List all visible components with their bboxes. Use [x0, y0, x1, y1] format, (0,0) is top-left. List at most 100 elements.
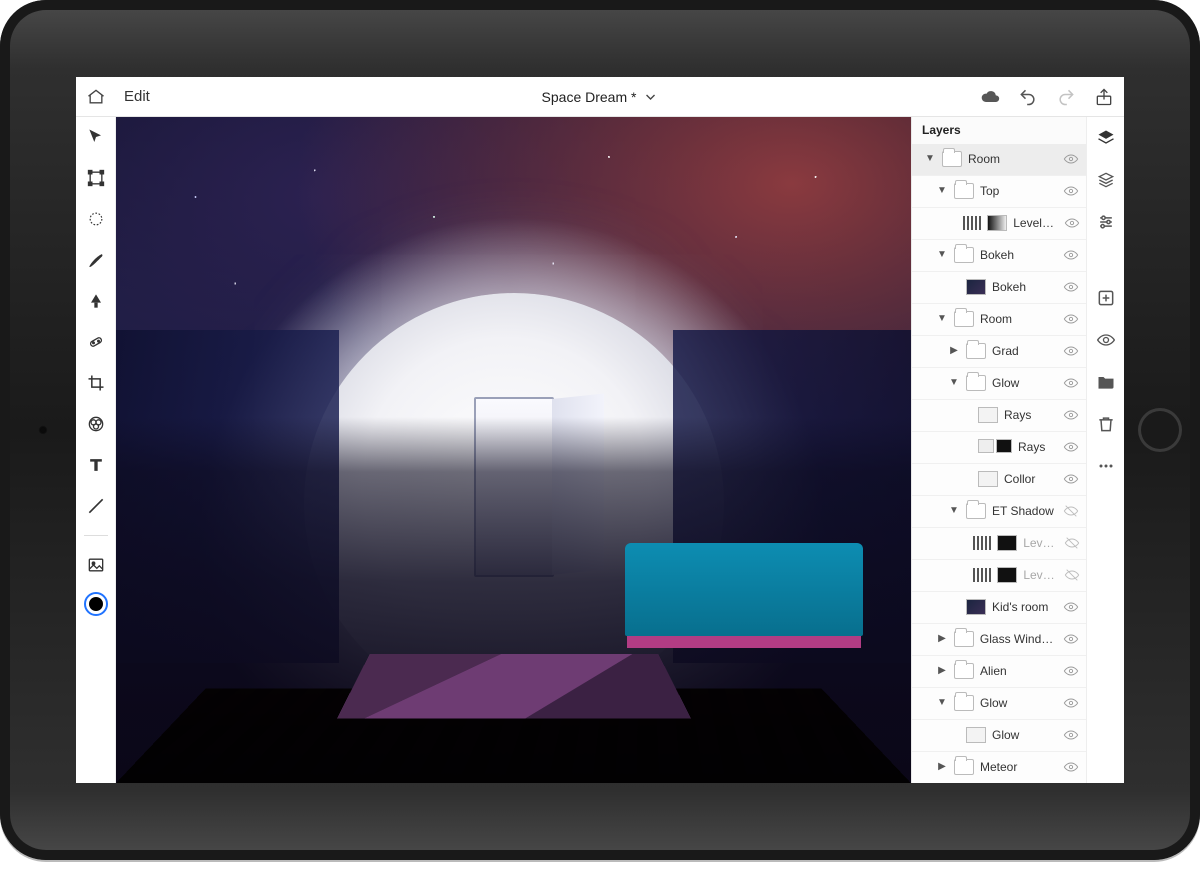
layer-row[interactable]: Collor — [912, 464, 1086, 496]
disclosure-icon[interactable]: ▼ — [936, 698, 948, 708]
disclosure-icon[interactable]: ▶ — [936, 762, 948, 772]
layer-label: Glass Window — [980, 632, 1056, 646]
layer-row[interactable]: ▶ Alien — [912, 656, 1086, 688]
place-image-tool[interactable] — [82, 551, 110, 579]
layer-row[interactable]: ▶Grad — [912, 336, 1086, 368]
disclosure-icon[interactable]: ▼ — [936, 186, 948, 196]
edit-menu[interactable]: Edit — [124, 88, 150, 105]
layer-label: Alien — [980, 664, 1056, 678]
transform-tool[interactable] — [82, 164, 110, 192]
app-screen: Edit Space Dream * — [76, 77, 1124, 783]
layer-row[interactable]: Levels 640 — [912, 208, 1086, 240]
layer-thumb — [978, 471, 998, 487]
move-tool[interactable] — [82, 123, 110, 151]
disclosure-icon[interactable]: ▶ — [948, 346, 960, 356]
canvas-area[interactable] — [116, 117, 911, 783]
add-button[interactable] — [1093, 285, 1119, 311]
brush-tool[interactable] — [82, 246, 110, 274]
visibility-button[interactable] — [1093, 327, 1119, 353]
layers-list[interactable]: ▼Room▼TopLevels 640▼BokehBokeh▼Room▶Grad… — [912, 144, 1086, 783]
layer-row[interactable]: ▼Bokeh — [912, 240, 1086, 272]
disclosure-icon[interactable]: ▼ — [948, 378, 960, 388]
ipad-home-button[interactable] — [1138, 408, 1182, 452]
visibility-on-icon[interactable] — [1062, 599, 1080, 615]
cloud-icon[interactable] — [980, 87, 1000, 107]
visibility-on-icon[interactable] — [1062, 343, 1080, 359]
visibility-on-icon[interactable] — [1062, 183, 1080, 199]
layer-row[interactable]: ▼Glow — [912, 688, 1086, 720]
disclosure-icon[interactable]: ▼ — [936, 250, 948, 260]
layer-row[interactable]: Rays — [912, 400, 1086, 432]
visibility-on-icon[interactable] — [1062, 631, 1080, 647]
layer-row[interactable]: Levels 5… — [912, 560, 1086, 592]
layer-label: Levels 5… — [1023, 568, 1058, 582]
visibility-on-icon[interactable] — [1062, 759, 1080, 775]
visibility-on-icon[interactable] — [1062, 695, 1080, 711]
lasso-tool[interactable] — [82, 205, 110, 233]
visibility-on-icon[interactable] — [1062, 471, 1080, 487]
layer-row[interactable]: Glow — [912, 720, 1086, 752]
visibility-on-icon[interactable] — [1062, 311, 1080, 327]
visibility-on-icon[interactable] — [1064, 215, 1080, 231]
levels-icon — [963, 216, 981, 230]
layer-row[interactable]: ▼Top — [912, 176, 1086, 208]
share-icon[interactable] — [1094, 87, 1114, 107]
folder-icon — [966, 343, 986, 359]
layer-row[interactable]: Bokeh — [912, 272, 1086, 304]
document-title[interactable]: Space Dream * — [542, 89, 659, 105]
undo-icon[interactable] — [1018, 87, 1038, 107]
folder-icon — [954, 311, 974, 327]
visibility-on-icon[interactable] — [1062, 439, 1080, 455]
layer-row[interactable]: ▶ Glass Window — [912, 624, 1086, 656]
heal-tool[interactable] — [82, 328, 110, 356]
layer-row[interactable]: Kid's room — [912, 592, 1086, 624]
disclosure-icon[interactable]: ▼ — [924, 154, 936, 164]
home-icon[interactable] — [86, 87, 106, 107]
folder-icon — [954, 183, 974, 199]
visibility-off-icon[interactable] — [1064, 567, 1080, 583]
visibility-on-icon[interactable] — [1062, 247, 1080, 263]
folder-button[interactable] — [1093, 369, 1119, 395]
chevron-down-icon — [642, 89, 658, 105]
trash-button[interactable] — [1093, 411, 1119, 437]
folder-icon — [966, 503, 986, 519]
adjust-tool[interactable] — [82, 410, 110, 438]
layers-button[interactable] — [1093, 125, 1119, 151]
visibility-on-icon[interactable] — [1062, 407, 1080, 423]
clone-tool[interactable] — [82, 287, 110, 315]
disclosure-icon[interactable]: ▼ — [936, 314, 948, 324]
visibility-on-icon[interactable] — [1062, 727, 1080, 743]
artwork-canvas — [116, 117, 911, 783]
folder-icon — [954, 247, 974, 263]
disclosure-icon[interactable]: ▶ — [936, 634, 948, 644]
layer-row[interactable]: ▼ET Shadow — [912, 496, 1086, 528]
line-tool[interactable] — [82, 492, 110, 520]
redo-icon[interactable] — [1056, 87, 1076, 107]
layer-label: Rays — [1018, 440, 1056, 454]
visibility-off-icon[interactable] — [1064, 535, 1080, 551]
topbar: Edit Space Dream * — [76, 77, 1124, 117]
crop-tool[interactable] — [82, 369, 110, 397]
type-tool[interactable] — [82, 451, 110, 479]
layer-row[interactable]: ▼ Glow — [912, 368, 1086, 400]
disclosure-icon[interactable]: ▼ — [948, 506, 960, 516]
more-button[interactable] — [1093, 453, 1119, 479]
foreground-color[interactable] — [84, 592, 108, 616]
layer-label: Glow — [992, 376, 1056, 390]
sliders-button[interactable] — [1093, 209, 1119, 235]
layer-comp-button[interactable] — [1093, 167, 1119, 193]
disclosure-icon[interactable]: ▶ — [936, 666, 948, 676]
layer-row[interactable]: Levels 521 — [912, 528, 1086, 560]
layer-thumb — [987, 215, 1007, 231]
layer-row[interactable]: ▶Meteor — [912, 752, 1086, 783]
visibility-on-icon[interactable] — [1062, 663, 1080, 679]
layer-row[interactable]: Rays — [912, 432, 1086, 464]
visibility-on-icon[interactable] — [1062, 279, 1080, 295]
layer-row[interactable]: ▼Room — [912, 144, 1086, 176]
visibility-off-icon[interactable] — [1062, 503, 1080, 519]
visibility-on-icon[interactable] — [1062, 151, 1080, 167]
right-rail — [1086, 117, 1124, 783]
layer-row[interactable]: ▼Room — [912, 304, 1086, 336]
visibility-on-icon[interactable] — [1062, 375, 1080, 391]
levels-icon — [973, 536, 991, 550]
